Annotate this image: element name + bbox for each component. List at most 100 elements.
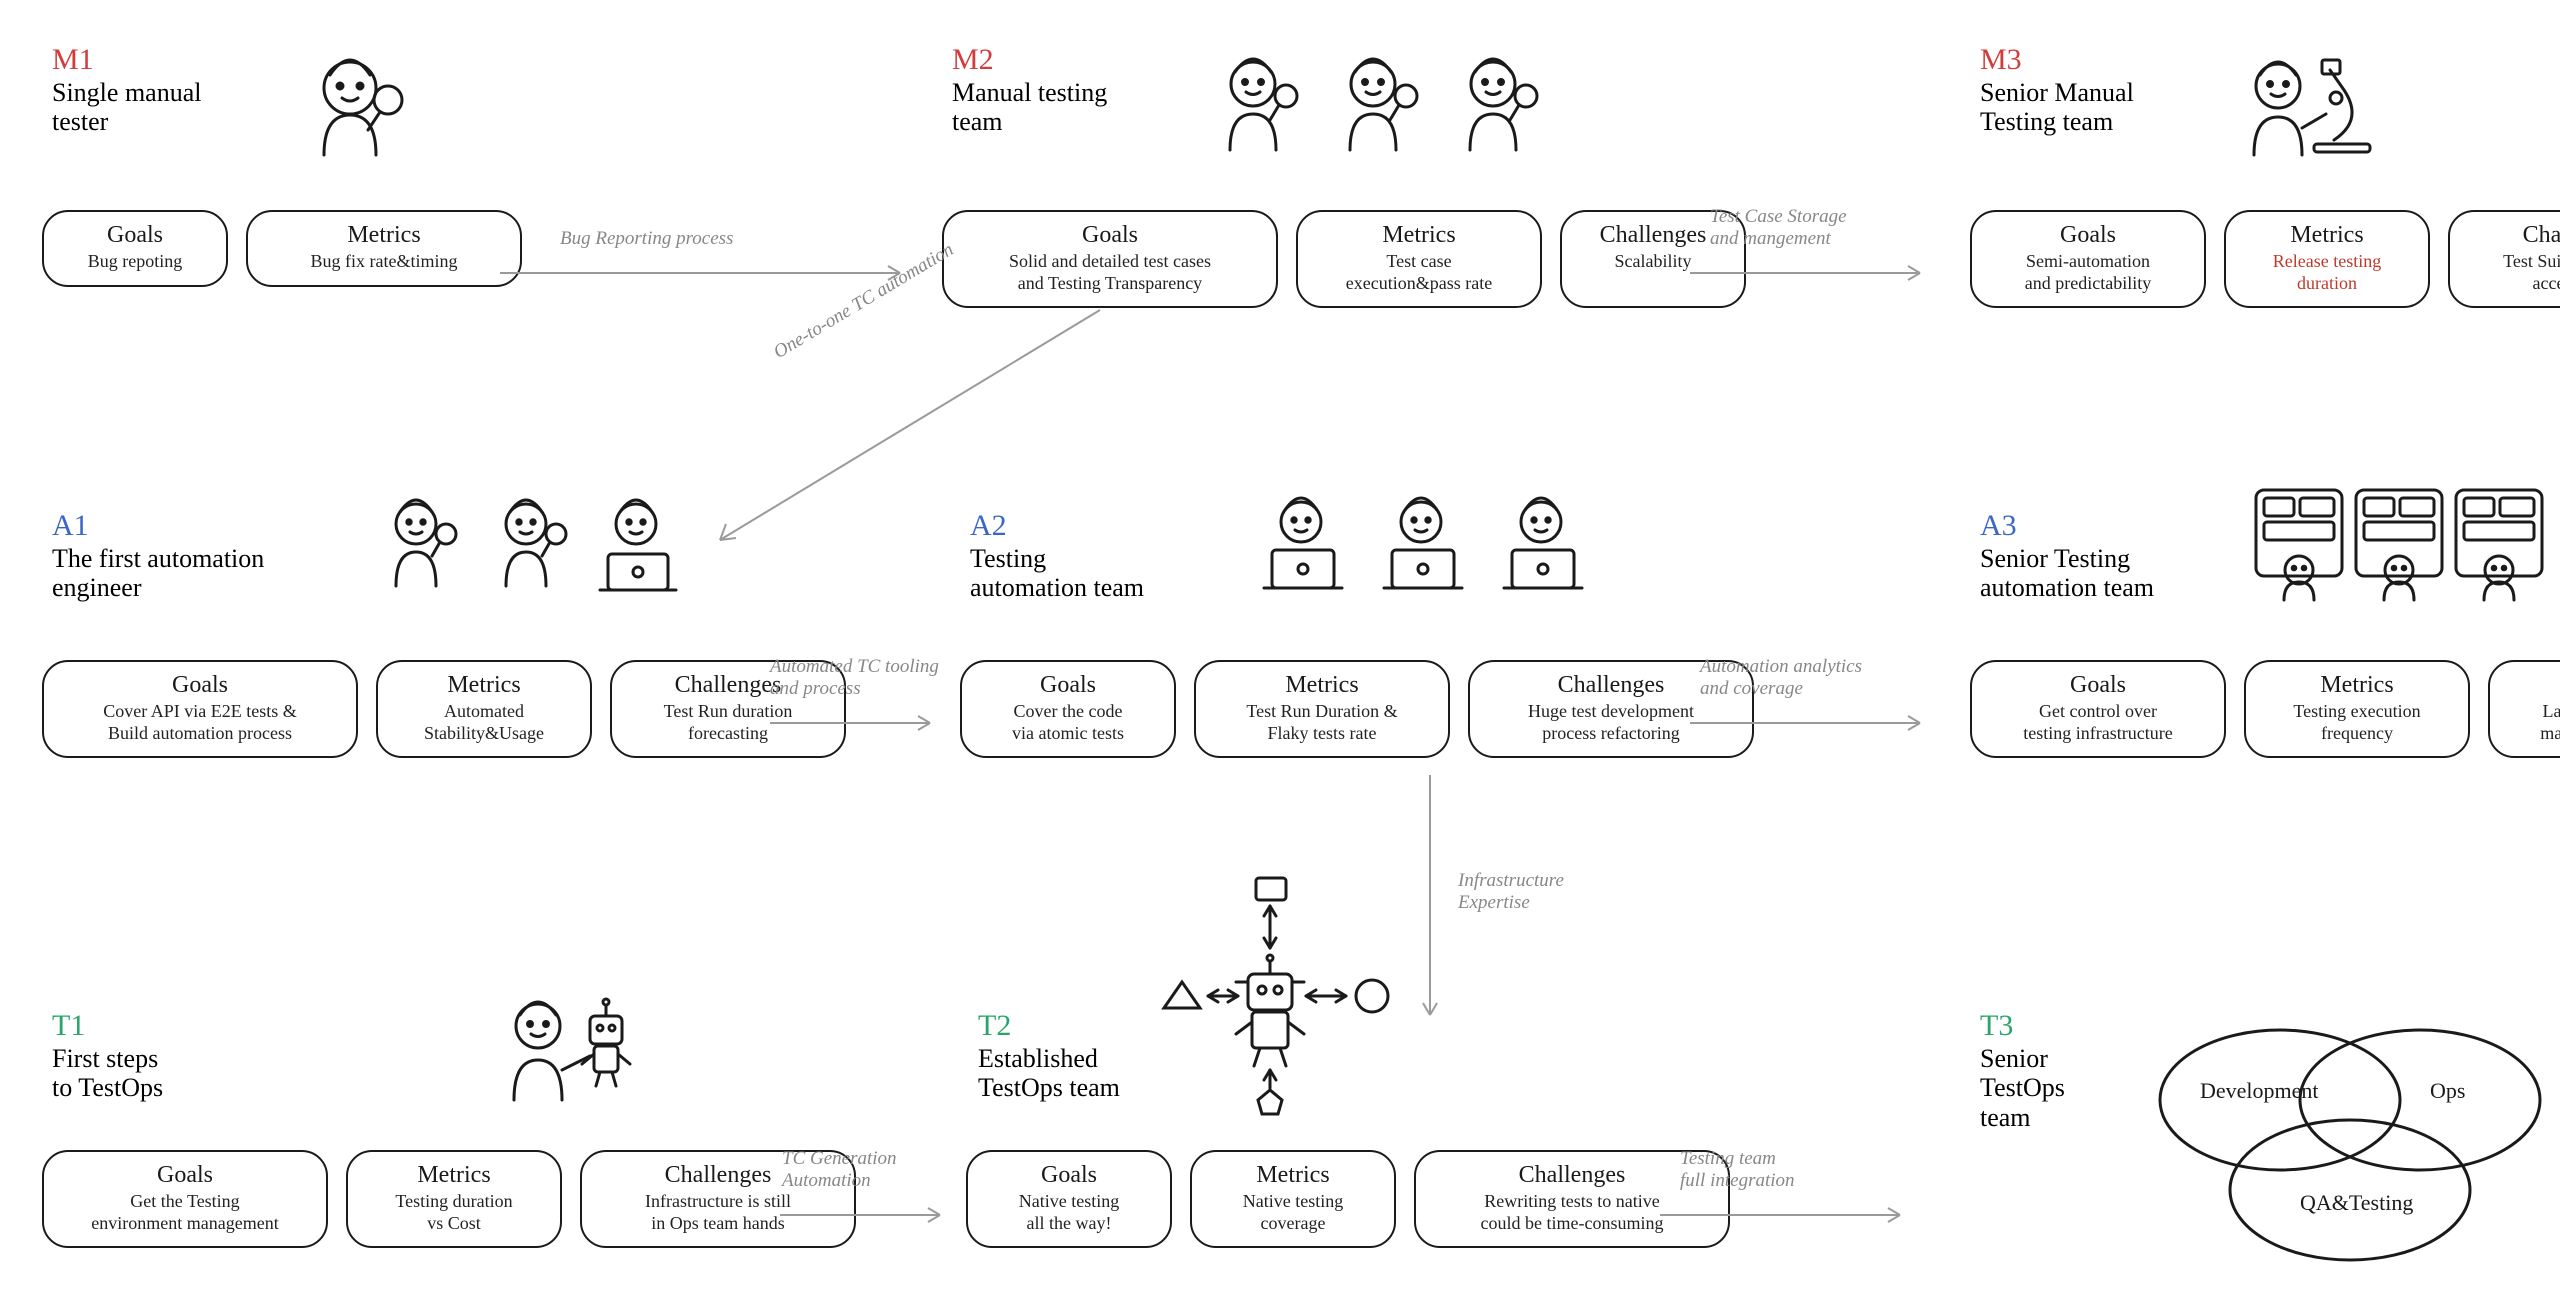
stage-title: Senior ManualTesting team	[1980, 78, 2134, 138]
venn-diagram: Development Ops QA&Testing	[2130, 990, 2550, 1290]
three-people-magnifier-icon	[1200, 40, 1560, 190]
card-title: Metrics	[264, 222, 504, 249]
card-body: Test caseexecution&pass rate	[1314, 251, 1524, 294]
card-goals: Goals Solid and detailed test casesand T…	[942, 210, 1278, 308]
stage-title: Testingautomation team	[970, 544, 1144, 604]
card-goals: Goals Get the Testingenvironment managem…	[42, 1150, 328, 1248]
card-metrics: Metrics Bug fix rate&timing	[246, 210, 522, 287]
cards-m2: Goals Solid and detailed test casesand T…	[942, 210, 1746, 308]
arrow-t1-t2	[780, 1200, 960, 1230]
stage-m3: M3 Senior ManualTesting team	[1980, 44, 2134, 137]
card-body: Solid and detailed test casesand Testing…	[960, 251, 1260, 294]
venn-label-dev: Development	[2200, 1078, 2319, 1104]
stage-title: SeniorTestOpsteam	[1980, 1044, 2065, 1134]
card-body: Cover API via E2E tests &Build automatio…	[60, 701, 340, 744]
arrow-label: Automated TC toolingand process	[770, 656, 939, 700]
stage-title: First stepsto TestOps	[52, 1044, 163, 1104]
card-title: Metrics	[2242, 222, 2412, 249]
card-title: Challenges	[2506, 672, 2560, 699]
cards-a1: Goals Cover API via E2E tests &Build aut…	[42, 660, 846, 758]
arrow-m1-m2	[500, 258, 920, 288]
card-body: Testing durationvs Cost	[364, 1191, 544, 1234]
stage-m2: M2 Manual testingteam	[952, 44, 1107, 137]
arrow-a1-a2	[770, 708, 950, 738]
stage-code: T1	[52, 1010, 163, 1042]
card-challenges: Challenges Test Suite executionaccelerat…	[2448, 210, 2560, 308]
card-body: Semi-automationand predictability	[1988, 251, 2188, 294]
card-metrics: Metrics Test caseexecution&pass rate	[1296, 210, 1542, 308]
card-title: Goals	[1988, 222, 2188, 249]
card-body: Test Suite executionacceleration	[2466, 251, 2560, 294]
card-title: Metrics	[1208, 1162, 1378, 1189]
card-title: Metrics	[394, 672, 574, 699]
person-magnifier-icon	[280, 40, 420, 180]
card-goals: Goals Cover the codevia atomic tests	[960, 660, 1176, 758]
arrow-label: InfrastructureExpertise	[1458, 870, 1564, 914]
card-goals: Goals Get control overtesting infrastruc…	[1970, 660, 2226, 758]
stage-code: A1	[52, 510, 264, 542]
arrow-label: TC GenerationAutomation	[782, 1148, 897, 1192]
card-body: Get the Testingenvironment management	[60, 1191, 310, 1234]
card-body: Get control overtesting infrastructure	[1988, 701, 2208, 744]
stage-title: Single manualtester	[52, 78, 201, 138]
arrow-label: Test Case Storageand mangement	[1710, 206, 1847, 250]
card-metrics: Metrics Test Run Duration &Flaky tests r…	[1194, 660, 1450, 758]
card-title: Challenges	[1578, 222, 1728, 249]
three-dashboard-people-icon	[2250, 480, 2550, 640]
card-title: Metrics	[2262, 672, 2452, 699]
card-metrics: Metrics Release testingduration	[2224, 210, 2430, 308]
cards-m1: Goals Bug repoting Metrics Bug fix rate&…	[42, 210, 522, 287]
card-body: Native testingcoverage	[1208, 1191, 1378, 1234]
stage-a2: A2 Testingautomation team	[970, 510, 1144, 603]
stage-code: M2	[952, 44, 1107, 76]
people-mixed-icon	[370, 480, 710, 640]
stage-t2: T2 EstablishedTestOps team	[978, 1010, 1120, 1103]
three-laptop-people-icon	[1250, 480, 1610, 640]
card-metrics: Metrics AutomatedStability&Usage	[376, 660, 592, 758]
stage-code: M3	[1980, 44, 2134, 76]
arrow-a2-a3	[1690, 708, 1940, 738]
stage-m1: M1 Single manualtester	[52, 44, 201, 137]
card-body: Cover the codevia atomic tests	[978, 701, 1158, 744]
person-robot-icon	[490, 980, 660, 1140]
stage-t3: T3 SeniorTestOpsteam	[1980, 1010, 2065, 1133]
card-goals: Goals Bug repoting	[42, 210, 228, 287]
arrow-t2-t3	[1660, 1200, 1920, 1230]
card-title: Challenges	[1486, 672, 1736, 699]
card-goals: Goals Semi-automationand predictability	[1970, 210, 2206, 308]
stage-code: M1	[52, 44, 201, 76]
cards-t1: Goals Get the Testingenvironment managem…	[42, 1150, 856, 1248]
card-title: Goals	[984, 1162, 1154, 1189]
card-metrics: Metrics Testing executionfrequency	[2244, 660, 2470, 758]
card-body: Bug repoting	[60, 251, 210, 273]
stage-title: Manual testingteam	[952, 78, 1107, 138]
card-body: Testing executionfrequency	[2262, 701, 2452, 744]
card-title: Goals	[978, 672, 1158, 699]
stage-code: A3	[1980, 510, 2154, 542]
arrow-label: Testing teamfull integration	[1680, 1148, 1795, 1192]
venn-label-qa: QA&Testing	[2300, 1190, 2413, 1216]
card-title: Challenges	[1432, 1162, 1712, 1189]
card-goals: Goals Native testingall the way!	[966, 1150, 1172, 1248]
cards-t2: Goals Native testingall the way! Metrics…	[966, 1150, 1730, 1248]
stage-code: T2	[978, 1010, 1120, 1042]
card-title: Goals	[60, 222, 210, 249]
cards-a2: Goals Cover the codevia atomic tests Met…	[960, 660, 1754, 758]
stage-a3: A3 Senior Testingautomation team	[1980, 510, 2154, 603]
card-goals: Goals Cover API via E2E tests &Build aut…	[42, 660, 358, 758]
stage-title: The first automationengineer	[52, 544, 264, 604]
arrow-label: Bug Reporting process	[560, 228, 733, 250]
stage-title: EstablishedTestOps team	[978, 1044, 1120, 1104]
venn-label-ops: Ops	[2430, 1078, 2465, 1104]
arrow-label: Automation analyticsand coverage	[1700, 656, 1862, 700]
card-body: Lack of infrastructuremanagement experti…	[2506, 701, 2560, 744]
card-title: Goals	[60, 672, 340, 699]
card-metrics: Metrics Native testingcoverage	[1190, 1150, 1396, 1248]
stage-t1: T1 First stepsto TestOps	[52, 1010, 163, 1103]
card-title: Challenges	[2466, 222, 2560, 249]
card-title: Metrics	[1314, 222, 1524, 249]
arrow-m2-m3	[1690, 258, 1940, 288]
card-title: Goals	[60, 1162, 310, 1189]
card-title: Goals	[1988, 672, 2208, 699]
stage-a1: A1 The first automationengineer	[52, 510, 264, 603]
